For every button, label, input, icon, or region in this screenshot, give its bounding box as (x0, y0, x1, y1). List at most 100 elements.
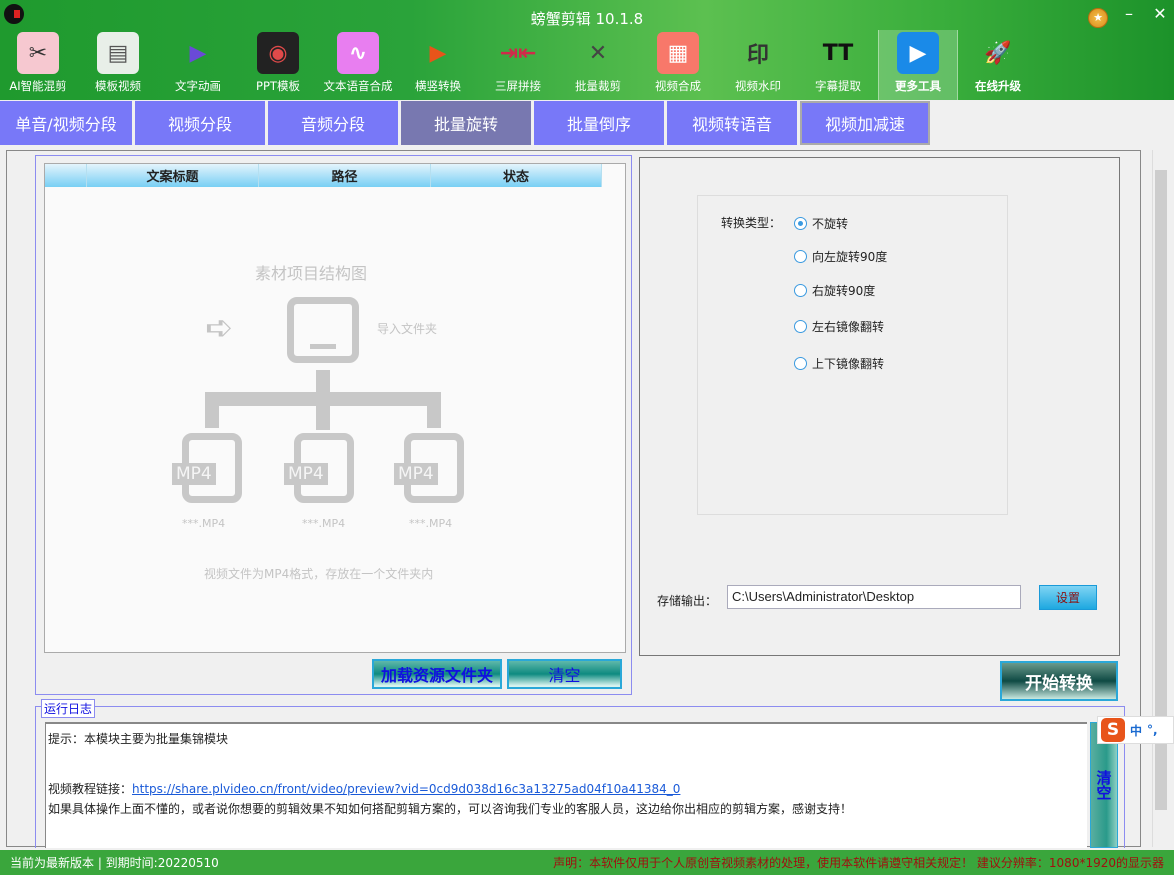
mp4-tag: MP4 (172, 463, 216, 485)
tab[interactable]: 视频分段 (135, 101, 265, 145)
toolbar-label: 文字动画 (175, 79, 221, 93)
radio-circle[interactable] (794, 217, 807, 230)
rotate-option[interactable]: 左右镜像翻转 (794, 318, 884, 335)
mp4-tag: MP4 (394, 463, 438, 485)
tab[interactable]: 批量旋转 (401, 101, 531, 145)
toolbar-item[interactable]: ✕ 批量裁剪 (558, 30, 638, 100)
file-label: ***.MP4 (302, 517, 346, 530)
disclaimer: 声明：本软件仅用于个人原创音视频素材的处理，使用本软件请遵守相关规定！ 建议分辨… (553, 856, 1164, 870)
toolbar-label: 模板视频 (95, 79, 141, 93)
toolbar-item[interactable]: ∿ 文本语音合成 (318, 30, 398, 100)
toolbar-label: 视频水印 (735, 79, 781, 93)
split-arrows-icon: ⇥⇤ (499, 40, 537, 66)
tree-connector (427, 392, 441, 428)
toolbar-item[interactable]: ◉ PPT模板 (238, 30, 318, 100)
load-folder-button[interactable]: 加载资源文件夹 (372, 659, 502, 689)
convert-type-label: 转换类型： (721, 216, 782, 230)
watermark-icon: 印 (746, 43, 769, 68)
crop-icon: ✕ (588, 40, 608, 66)
tutorial-link[interactable]: https://share.plvideo.cn/front/video/pre… (132, 782, 680, 796)
camera-tools-icon: ▶ (897, 32, 939, 74)
toolbar-label: 字幕提取 (815, 79, 861, 93)
radio-circle[interactable] (794, 357, 807, 370)
tree-connector (205, 392, 219, 428)
radio-circle[interactable] (794, 250, 807, 263)
audio-wave-disc-icon: ◉ (257, 32, 299, 74)
tv-rotate-icon: ▶ (429, 40, 447, 66)
folder-icon (287, 297, 359, 363)
import-folder-label: 导入文件夹 (377, 322, 438, 336)
tab[interactable]: 视频转语音 (667, 101, 797, 145)
tab[interactable]: 批量倒序 (534, 101, 664, 145)
column-header-title[interactable]: 文案标题 (87, 164, 259, 187)
scissors-film-icon: ✂ (17, 32, 59, 74)
log-line: 如果具体操作上面不懂的，或者说你想要的剪辑效果不知如何搭配剪辑方案的，可以咨询我… (48, 802, 853, 816)
toolbar-label: 视频合成 (655, 79, 701, 93)
set-output-button[interactable]: 设置 (1039, 585, 1097, 610)
toolbar-label: 横竖转换 (415, 79, 461, 93)
ime-punct[interactable]: °, (1147, 723, 1158, 737)
rotate-option[interactable]: 向左旋转90度 (794, 248, 887, 265)
toolbar-label: PPT模板 (256, 79, 300, 93)
rocket-icon: 🚀 (984, 40, 1012, 66)
grid-compose-icon: ▦ (657, 32, 699, 74)
file-label: ***.MP4 (409, 517, 453, 530)
rotate-option[interactable]: 上下镜像翻转 (794, 355, 884, 372)
toolbar-item[interactable]: 印视频水印 (718, 30, 798, 100)
rotate-option[interactable]: 右旋转90度 (794, 282, 875, 299)
column-header-path[interactable]: 路径 (259, 164, 431, 187)
toolbar-item[interactable]: TT 字幕提取 (798, 30, 878, 100)
radio-circle[interactable] (794, 320, 807, 333)
toolbar-item[interactable]: ▦ 视频合成 (638, 30, 718, 100)
log-textbox[interactable]: 提示：本模块主要为批量集锦模块 视频教程链接：https://share.plv… (45, 722, 1087, 848)
option-label: 左右镜像翻转 (812, 320, 885, 334)
output-label: 存储输出： (657, 594, 718, 608)
column-header-index[interactable] (45, 164, 87, 187)
toolbar-label: 在线升级 (975, 79, 1021, 93)
file-label: ***.MP4 (182, 517, 226, 530)
option-label: 上下镜像翻转 (812, 357, 885, 371)
option-label: 向左旋转90度 (812, 250, 888, 264)
clear-list-button[interactable]: 清空 (507, 659, 622, 689)
status-bar: 当前为最新版本 | 到期时间:20220510 声明：本软件仅用于个人原创音视频… (0, 850, 1174, 875)
tab[interactable]: 视频加减速 (800, 101, 930, 145)
toolbar-item[interactable]: ⇥⇤ 三屏拼接 (478, 30, 558, 100)
toolbar-label: 三屏拼接 (495, 79, 541, 93)
medal-icon[interactable]: ★ (1088, 8, 1108, 28)
tab[interactable]: 单音/视频分段 (0, 101, 132, 145)
toolbar-label: 文本语音合成 (323, 79, 393, 93)
log-legend: 运行日志 (41, 699, 96, 718)
option-label: 右旋转90度 (812, 284, 876, 298)
version-status: 当前为最新版本 | 到期时间:20220510 (10, 856, 219, 870)
log-line: 提示：本模块主要为批量集锦模块 (48, 732, 229, 746)
toolbar-item[interactable]: ✂ AI智能混剪 (0, 30, 78, 100)
ime-toolbar[interactable]: S 中 °, (1097, 716, 1174, 744)
diagram-title: 素材项目结构图 (255, 264, 368, 283)
tab[interactable]: 音频分段 (268, 101, 398, 145)
toolbar-item[interactable]: 🚀 在线升级 (958, 30, 1038, 100)
ime-mode[interactable]: 中 (1130, 722, 1142, 739)
toolbar-label: AI智能混剪 (9, 79, 67, 93)
column-header-status[interactable]: 状态 (431, 164, 602, 187)
text-tt-icon: TT (822, 40, 854, 66)
rotate-option[interactable]: 不旋转 (794, 215, 848, 232)
window-title: 螃蟹剪辑 10.1.8 (530, 10, 644, 28)
toolbar-item[interactable]: ▶ 更多工具 (878, 30, 958, 100)
toolbar-label: 批量裁剪 (575, 79, 621, 93)
minimize-button[interactable]: – (1119, 4, 1139, 23)
close-button[interactable]: ✕ (1150, 4, 1170, 23)
toolbar-label: 更多工具 (895, 79, 941, 93)
log-line: 视频教程链接： (48, 782, 133, 796)
mp4-tag: MP4 (284, 463, 328, 485)
toolbar-item[interactable]: ▶ 横竖转换 (398, 30, 478, 100)
output-path-input[interactable]: C:\Users\Administrator\Desktop (727, 585, 1021, 609)
arrow-icon: ➪ (205, 308, 234, 348)
start-convert-button[interactable]: 开始转换 (1000, 661, 1118, 701)
option-label: 不旋转 (812, 217, 849, 231)
radio-circle[interactable] (794, 284, 807, 297)
diagram-note: 视频文件为MP4格式，存放在一个文件夹内 (204, 567, 434, 581)
toolbar-item[interactable]: ▤ 模板视频 (78, 30, 158, 100)
globe-play-icon: ▶ (189, 40, 207, 66)
tree-connector (205, 392, 441, 406)
toolbar-item[interactable]: ▶ 文字动画 (158, 30, 238, 100)
